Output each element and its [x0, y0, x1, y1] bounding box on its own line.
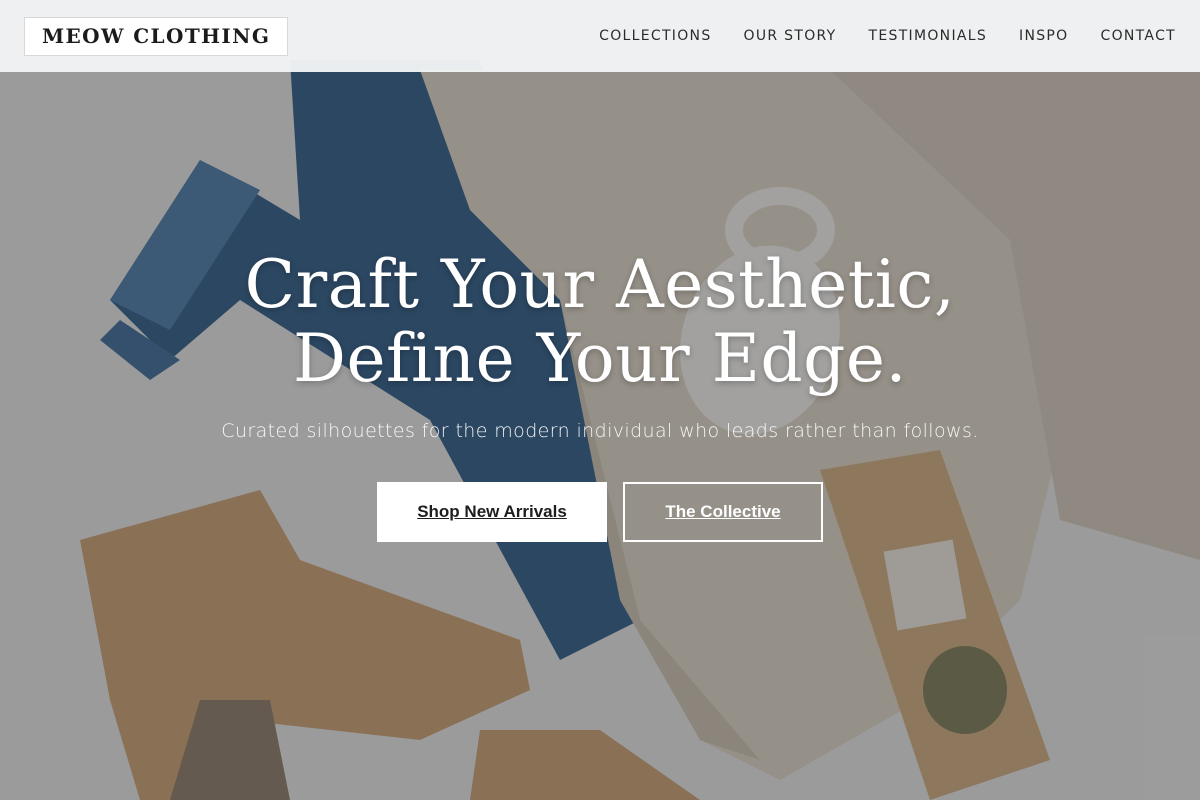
nav-link-our-story[interactable]: OUR STORY — [744, 28, 837, 44]
site-header: MEOW CLOTHING COLLECTIONS OUR STORY TEST… — [0, 0, 1200, 72]
hero-subtitle: Curated silhouettes for the modern indiv… — [221, 420, 979, 442]
the-collective-button[interactable]: The Collective — [623, 482, 823, 542]
main-nav: COLLECTIONS OUR STORY TESTIMONIALS INSPO… — [599, 28, 1176, 44]
nav-link-collections[interactable]: COLLECTIONS — [599, 28, 711, 44]
nav-link-testimonials[interactable]: TESTIMONIALS — [869, 28, 988, 44]
headline-line-1: Craft Your Aesthetic, — [244, 246, 956, 323]
cta-group: Shop New Arrivals The Collective — [0, 482, 1200, 542]
nav-link-contact[interactable]: CONTACT — [1101, 28, 1177, 44]
logo-text: MEOW CLOTHING — [42, 24, 271, 48]
headline-line-2: Define Your Edge. — [293, 320, 907, 397]
shop-new-arrivals-button[interactable]: Shop New Arrivals — [377, 482, 607, 542]
hero-headline: Craft Your Aesthetic, Define Your Edge. — [0, 248, 1200, 396]
logo[interactable]: MEOW CLOTHING — [24, 16, 289, 56]
nav-link-inspo[interactable]: INSPO — [1019, 28, 1068, 44]
hero-content: Craft Your Aesthetic, Define Your Edge. … — [0, 248, 1200, 542]
